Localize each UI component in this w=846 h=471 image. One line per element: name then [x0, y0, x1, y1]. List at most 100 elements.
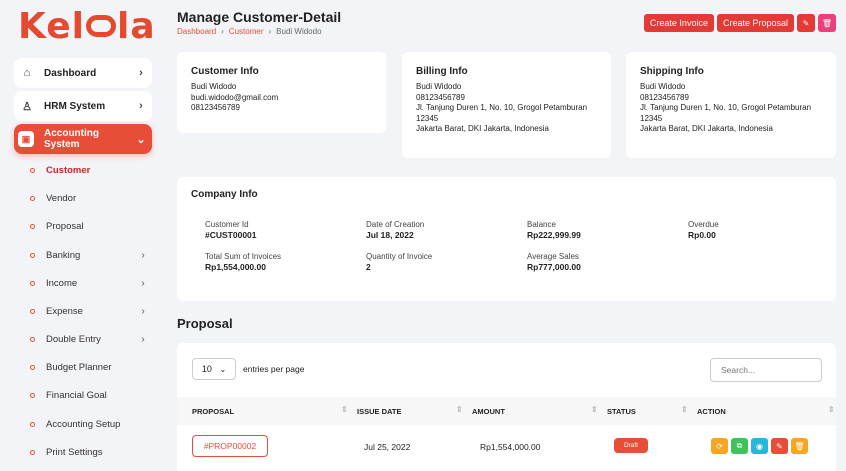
create-invoice-button[interactable]: Create Invoice: [643, 14, 714, 32]
entries-per-page-label: entries per page: [243, 364, 305, 374]
billing-phone: 08123456789: [416, 92, 465, 102]
sidebar-sub-double-entry[interactable]: Double Entry ›: [30, 329, 150, 349]
shipping-info-card: Shipping Info Budi Widodo 08123456789 Jl…: [626, 52, 836, 158]
user-icon: ♙: [22, 100, 32, 113]
customer-info-card: Customer Info Budi Widodo budi.widodo@gm…: [177, 52, 386, 133]
breadcrumb-separator-icon: ›: [221, 27, 224, 36]
bullet-icon: [30, 195, 35, 201]
card-title: Company Info: [191, 189, 258, 200]
chevron-down-icon: ⌄: [136, 133, 146, 146]
convert-button[interactable]: ⟳: [711, 438, 728, 454]
sidebar-item-hrm-system[interactable]: ♙ HRM System ›: [14, 91, 152, 121]
column-proposal[interactable]: PROPOSAL: [192, 407, 234, 416]
chevron-right-icon: ›: [141, 277, 145, 289]
sidebar-sub-budget-planner[interactable]: Budget Planner: [30, 357, 150, 377]
bullet-icon: [30, 252, 35, 258]
sidebar-sub-accounting-setup[interactable]: Accounting Setup: [30, 414, 150, 434]
header-actions: Create Invoice Create Proposal ✎ 🗑: [643, 14, 836, 32]
breadcrumb-customer[interactable]: Customer: [229, 27, 264, 36]
bullet-icon: [30, 421, 35, 427]
bullet-icon: [30, 392, 35, 398]
sort-icon[interactable]: ⇕: [341, 405, 348, 414]
billing-info-card: Billing Info Budi Widodo 08123456789 Jl.…: [402, 52, 611, 158]
customer-id-field: Customer Id #CUST00001: [205, 220, 257, 240]
card-title: Billing Info: [416, 66, 468, 77]
bullet-icon: [30, 336, 35, 342]
sidebar-sub-vendor[interactable]: Vendor: [30, 188, 150, 208]
delete-button[interactable]: 🗑: [791, 438, 808, 454]
date-of-creation-field: Date of Creation Jul 18, 2022: [366, 220, 425, 240]
home-icon: ⌂: [23, 67, 31, 79]
issue-date-cell: Jul 25, 2022: [364, 442, 411, 452]
balance-field: Balance Rp222,999.99: [527, 220, 581, 240]
brand-logo[interactable]: Kel la: [18, 6, 156, 47]
logo-text: Kel: [18, 6, 86, 47]
bullet-icon: [30, 308, 35, 314]
customer-email: budi.widodo@gmail.com: [191, 92, 279, 102]
pencil-icon: ✎: [776, 441, 783, 451]
proposal-section-title: Proposal: [177, 316, 233, 331]
proposal-id-link[interactable]: #PROP00002: [192, 435, 268, 457]
column-status[interactable]: STATUS: [607, 407, 636, 416]
eye-icon: ◉: [756, 441, 763, 451]
logo-ring: [86, 15, 117, 37]
shipping-city: Jakarta Barat, DKI Jakarta, Indonesia: [640, 124, 773, 133]
billing-name: Budi Widodo: [416, 82, 462, 91]
billing-address: Jl. Tanjung Duren 1, No. 10, Grogol Peta…: [416, 103, 588, 112]
bullet-icon: [30, 449, 35, 455]
sidebar-sub-expense[interactable]: Expense ›: [30, 301, 150, 321]
copy-icon: ⧉: [736, 441, 743, 450]
column-amount[interactable]: AMOUNT: [472, 407, 505, 416]
sidebar: Kel la ⌂ Dashboard › ♙ HRM System › ▣ Acc…: [0, 0, 164, 471]
sidebar-sub-customer[interactable]: Customer: [30, 160, 150, 180]
create-proposal-button[interactable]: Create Proposal: [716, 14, 794, 32]
sort-icon[interactable]: ⇕: [456, 405, 463, 414]
bullet-icon: [30, 280, 35, 286]
chevron-right-icon: ›: [141, 333, 145, 345]
proposal-table-card: 10 ⌄ entries per page PROPOSAL ⇕ ISSUE D…: [177, 343, 836, 471]
chevron-right-icon: ›: [139, 100, 143, 112]
sidebar-sub-print-settings[interactable]: Print Settings: [30, 442, 150, 462]
column-action[interactable]: ACTION: [697, 407, 726, 416]
sidebar-sub-proposal[interactable]: Proposal: [30, 216, 150, 236]
breadcrumb-current: Budi Widodo: [276, 27, 322, 36]
sort-icon[interactable]: ⇕: [591, 405, 598, 414]
shipping-address: Jl. Tanjung Duren 1, No. 10, Grogol Peta…: [640, 103, 812, 112]
sidebar-sub-banking[interactable]: Banking ›: [30, 245, 150, 265]
sidebar-item-accounting-system[interactable]: ▣ Accounting System ⌄: [14, 124, 152, 154]
sidebar-item-dashboard[interactable]: ⌂ Dashboard ›: [14, 58, 152, 88]
chevron-down-icon: ⌄: [219, 364, 227, 374]
sidebar-sub-financial-goal[interactable]: Financial Goal: [30, 385, 150, 405]
box-icon: ▣: [18, 131, 34, 147]
row-actions: ⟳ ⧉ ◉ ✎ 🗑: [711, 438, 808, 454]
sidebar-sub-income[interactable]: Income ›: [30, 273, 150, 293]
status-badge: Draft: [614, 438, 648, 453]
duplicate-button[interactable]: ⧉: [731, 438, 748, 454]
customer-name: Budi Widodo: [191, 82, 237, 91]
delete-customer-button[interactable]: 🗑: [818, 14, 836, 32]
view-button[interactable]: ◉: [751, 438, 768, 454]
quantity-of-invoice-field: Quantity of Invoice 2: [366, 252, 433, 272]
column-issue-date[interactable]: ISSUE DATE: [357, 407, 401, 416]
card-title: Shipping Info: [640, 66, 704, 77]
edit-customer-button[interactable]: ✎: [797, 14, 815, 32]
table-header: PROPOSAL ⇕ ISSUE DATE ⇕ AMOUNT ⇕ STATUS …: [177, 397, 836, 425]
company-info-card: Company Info Customer Id #CUST00001 Date…: [177, 177, 836, 301]
chevron-right-icon: ›: [139, 67, 143, 79]
billing-zip: 12345: [416, 113, 439, 123]
sort-icon[interactable]: ⇕: [828, 405, 835, 414]
chevron-right-icon: ›: [141, 305, 145, 317]
amount-cell: Rp1,554,000.00: [480, 442, 541, 452]
breadcrumb-dashboard[interactable]: Dashboard: [177, 27, 216, 36]
chevron-right-icon: ›: [141, 249, 145, 261]
bullet-icon: [30, 364, 35, 370]
entries-per-page-select[interactable]: 10 ⌄: [192, 358, 236, 380]
bullet-icon: [30, 223, 35, 229]
shipping-zip: 12345: [640, 113, 663, 123]
edit-button[interactable]: ✎: [771, 438, 788, 454]
sort-icon[interactable]: ⇕: [681, 405, 688, 414]
convert-icon: ⟳: [716, 441, 723, 451]
trash-icon: 🗑: [794, 441, 805, 451]
search-input[interactable]: [710, 358, 822, 382]
pencil-icon: ✎: [802, 18, 810, 28]
